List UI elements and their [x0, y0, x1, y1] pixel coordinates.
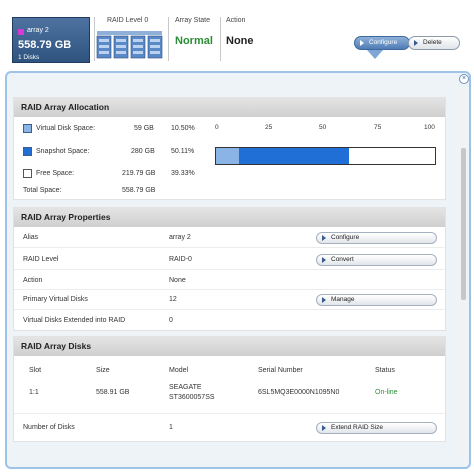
array-color-swatch — [18, 29, 24, 35]
scale-tick-0: 0 — [215, 124, 219, 131]
alias-value: array 2 — [169, 234, 191, 241]
arrow-right-icon — [360, 40, 364, 46]
disk-slot: 1:1 — [29, 389, 39, 396]
free-space-label: Free Space: — [36, 170, 75, 177]
array-name: array 2 — [27, 27, 49, 34]
close-icon[interactable]: × — [459, 74, 469, 84]
arrow-right-icon — [414, 40, 418, 46]
disk-count-label: Number of Disks — [23, 424, 75, 431]
extend-raid-size-label: Extend RAID Size — [331, 424, 384, 431]
disk-serial: 6SL5MQ3E0000N1095N0 — [258, 389, 340, 396]
raid-level-heading: RAID Level 0 — [107, 17, 149, 24]
configure-alias-label: Configure — [331, 234, 360, 241]
virtual-disk-percent: 10.50% — [171, 125, 195, 132]
disk-count-value: 1 — [169, 424, 173, 431]
disks-section: RAID Array Disks Slot Size Model Serial … — [13, 336, 447, 442]
extended-disks-label: Virtual Disks Extended into RAID — [23, 317, 126, 324]
scale-tick-50: 50 — [319, 124, 327, 131]
primary-virtual-disks-label: Primary Virtual Disks — [23, 296, 88, 303]
arrow-right-icon — [322, 297, 326, 303]
array-size: 558.79 GB — [18, 39, 72, 51]
divider — [168, 17, 169, 61]
array-disk-count: 1 Disks — [18, 54, 40, 61]
total-space-label: Total Space: — [23, 187, 62, 194]
snapshot-percent: 50.11% — [171, 148, 195, 155]
arrow-right-icon — [322, 257, 326, 263]
snapshot-bar-segment — [239, 148, 349, 164]
action-heading: Action — [226, 17, 246, 24]
disks-title: RAID Array Disks — [14, 337, 445, 356]
delete-button-label: Delete — [423, 39, 442, 46]
raid-level-value: RAID-0 — [169, 256, 192, 263]
virtual-disk-bar-segment — [216, 148, 239, 164]
manage-button[interactable]: Manage — [316, 294, 437, 306]
array-card[interactable]: array 2 558.79 GB 1 Disks — [12, 17, 90, 63]
configure-button[interactable]: Configure — [354, 36, 410, 50]
disk-model-number: ST3600057SS — [169, 394, 215, 401]
total-space-value: 558.79 GB — [122, 187, 156, 194]
properties-section: RAID Array Properties Alias array 2 Conf… — [13, 207, 447, 331]
properties-title: RAID Array Properties — [14, 208, 445, 227]
free-space-percent: 39.33% — [171, 170, 195, 177]
disk-status: On-line — [375, 389, 398, 396]
primary-virtual-disks-value: 12 — [169, 296, 177, 303]
disk-model-vendor: SEAGATE — [169, 384, 202, 391]
serial-header: Serial Number — [258, 367, 303, 374]
configure-alias-button[interactable]: Configure — [316, 232, 437, 244]
snapshot-label: Snapshot Space: — [36, 148, 90, 155]
free-space-size: 219.79 GB — [122, 170, 156, 177]
raid-level-label: RAID Level — [23, 256, 59, 263]
convert-label: Convert — [331, 256, 354, 263]
snapshot-legend-swatch — [23, 147, 32, 156]
action-value: None — [226, 35, 254, 47]
allocation-title: RAID Array Allocation — [14, 98, 445, 117]
virtual-disk-size: 59 GB — [134, 125, 154, 132]
selection-pointer-icon — [367, 50, 383, 59]
scale-tick-75: 75 — [374, 124, 382, 131]
slot-header: Slot — [29, 367, 42, 374]
scale-tick-25: 25 — [265, 124, 273, 131]
status-header: Status — [375, 367, 395, 374]
alias-label: Alias — [23, 234, 39, 241]
array-state-value: Normal — [175, 35, 213, 47]
allocation-bar — [215, 147, 436, 165]
free-space-legend-swatch — [23, 169, 32, 178]
allocation-section: RAID Array Allocation Virtual Disk Space… — [13, 97, 446, 200]
divider — [220, 17, 221, 61]
array-state-heading: Array State — [175, 17, 211, 24]
virtual-disk-label: Virtual Disk Space: — [36, 125, 96, 132]
convert-button[interactable]: Convert — [316, 254, 437, 266]
snapshot-size: 280 GB — [131, 148, 155, 155]
configure-button-label: Configure — [369, 39, 398, 46]
action-label: Action — [23, 277, 43, 284]
divider — [94, 17, 95, 61]
delete-button[interactable]: Delete — [408, 36, 460, 50]
extend-raid-size-button[interactable]: Extend RAID Size — [316, 422, 437, 434]
disk-size: 558.91 GB — [96, 389, 130, 396]
size-header: Size — [96, 367, 110, 374]
manage-label: Manage — [331, 296, 355, 303]
arrow-right-icon — [322, 425, 326, 431]
scrollbar-thumb[interactable] — [461, 148, 466, 300]
action-value-row: None — [169, 277, 186, 284]
scale-tick-100: 100 — [424, 124, 435, 131]
virtual-disk-legend-swatch — [23, 124, 32, 133]
extended-disks-value: 0 — [169, 317, 173, 324]
arrow-right-icon — [322, 235, 326, 241]
model-header: Model — [169, 367, 189, 374]
raid-disks-icon — [96, 31, 163, 59]
